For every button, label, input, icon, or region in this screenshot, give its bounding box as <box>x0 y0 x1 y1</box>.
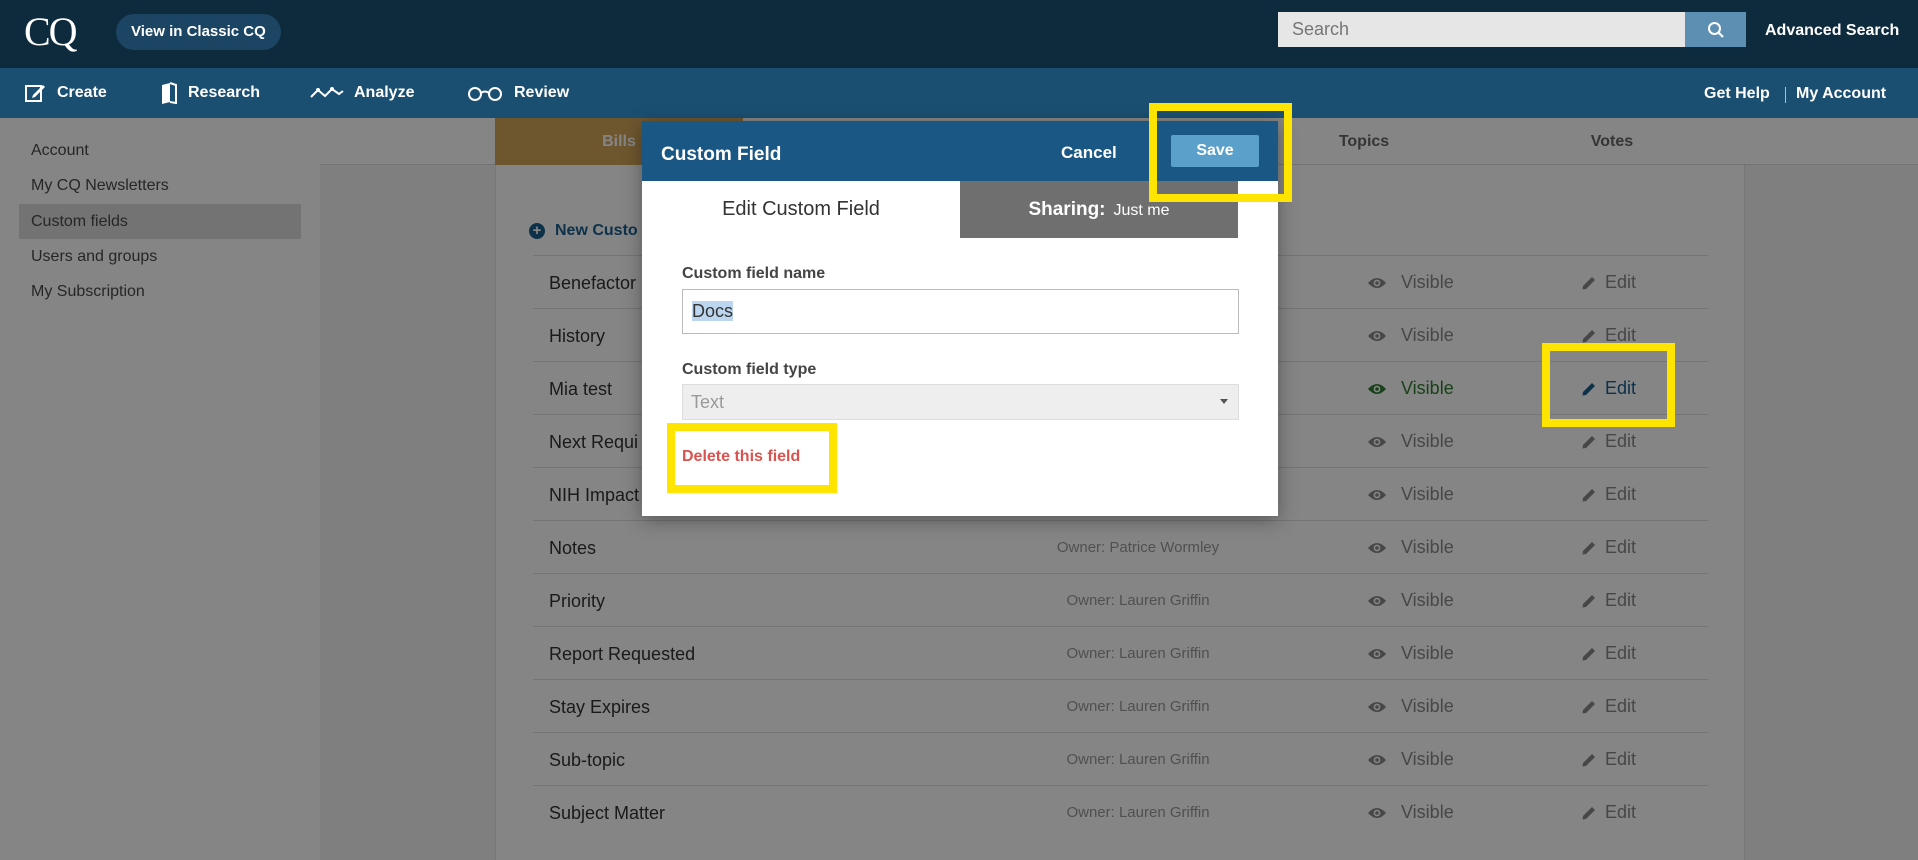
nav-create-label: Create <box>57 84 107 101</box>
custom-field-type-select[interactable]: Text <box>682 384 1239 420</box>
get-help-link[interactable]: Get Help <box>1704 85 1770 103</box>
caret-down-icon <box>1220 399 1228 404</box>
nav-review-label: Review <box>514 84 570 101</box>
search-button[interactable] <box>1685 12 1746 47</box>
type-field-label: Custom field type <box>682 361 817 378</box>
highlight-edit <box>1542 343 1675 427</box>
nav-create[interactable]: Create <box>25 68 107 118</box>
sharing-value: Just me <box>1113 202 1170 219</box>
top-bar: CQ View in Classic CQ Advanced Search <box>0 0 1918 68</box>
line-chart-icon <box>310 87 344 98</box>
nav-review[interactable]: Review <box>466 68 569 118</box>
nav-analyze[interactable]: Analyze <box>310 68 414 118</box>
name-field-label: Custom field name <box>682 265 826 282</box>
cq-logo[interactable]: CQ <box>24 8 78 55</box>
nav-research[interactable]: Research <box>160 68 260 118</box>
search-input[interactable] <box>1278 12 1685 47</box>
highlight-save <box>1149 103 1292 202</box>
custom-field-name-input[interactable]: Docs <box>682 289 1239 334</box>
glasses-icon <box>468 87 502 101</box>
view-classic-cq-button[interactable]: View in Classic CQ <box>116 14 281 50</box>
nav-research-label: Research <box>188 84 261 101</box>
sharing-label: Sharing: <box>1028 199 1106 220</box>
nav-divider <box>1785 87 1786 103</box>
main-nav: Create Research Analyze Review Get Help … <box>0 68 1918 118</box>
modal-title: Custom Field <box>661 144 782 165</box>
highlight-delete <box>667 423 837 493</box>
cancel-button[interactable]: Cancel <box>1061 143 1117 163</box>
search-icon <box>1707 21 1724 38</box>
name-field-value: Docs <box>692 301 734 321</box>
book-icon <box>162 82 177 104</box>
tab-edit-custom-field[interactable]: Edit Custom Field <box>642 181 960 238</box>
edit-icon <box>25 85 45 102</box>
nav-analyze-label: Analyze <box>354 84 415 101</box>
type-field-value: Text <box>691 392 725 412</box>
my-account-link[interactable]: My Account <box>1796 85 1886 103</box>
advanced-search-link[interactable]: Advanced Search <box>1765 22 1899 40</box>
